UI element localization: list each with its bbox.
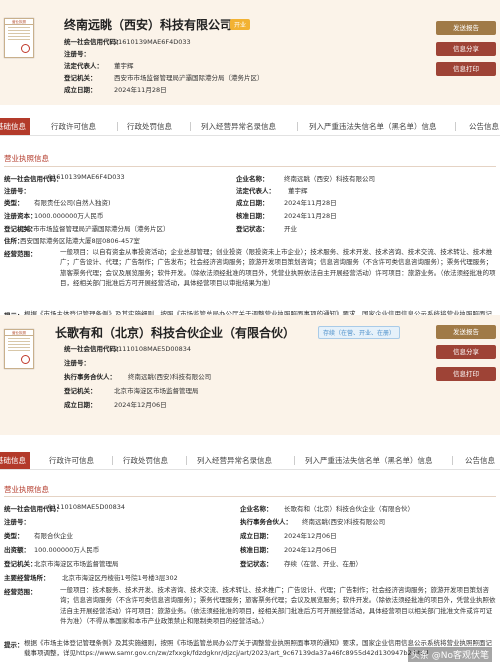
note-label: 提示：	[4, 641, 24, 649]
license-thumbnail[interactable]: 营业执照	[4, 18, 34, 58]
field-row: 登记状态： 开业	[236, 225, 297, 233]
tab-announcements[interactable]: 公告信息	[462, 452, 498, 469]
status-badge: 存续（在营、开业、在册）	[318, 326, 401, 339]
field-row: 主要经营场所： 北京市海淀区丹棱街1号院1号楼3层302	[4, 574, 178, 582]
share-info-button[interactable]: 信息分享	[436, 42, 496, 56]
field-row: 出资额： 100.000000万人民币	[4, 546, 100, 554]
tab-admin-penalty[interactable]: 行政处罚信息	[124, 118, 175, 135]
field-row: 住所： 西安国际港务区陆港大厦8层0806-457室	[4, 237, 140, 245]
business-scope: 一般项目：技术服务、技术开发、技术咨询、技术交流、技术转让、技术推广；广告设计、…	[60, 586, 496, 625]
field-row: 类型： 有限责任公司(自然人独资)	[4, 199, 111, 207]
tab-abnormal-list[interactable]: 列入经营异常名录信息	[198, 118, 279, 135]
card-row: 法定代表人： 董宇辉	[64, 62, 134, 70]
field-row: 注册号：	[4, 187, 30, 195]
tab-admin-penalty[interactable]: 行政处罚信息	[120, 452, 171, 469]
tab-bar: 基础信息 行政许可信息 行政处罚信息 列入经营异常名录信息 列入严重违法失信名单…	[0, 452, 500, 470]
field-row: 企业名称： 终南远眺（西安）科技有限公司	[236, 175, 375, 183]
field-row: 注册资本： 1000.000000万人民币	[4, 212, 104, 220]
send-report-button[interactable]: 发送报告	[436, 21, 496, 35]
field-row: 登记状态： 存续（在营、开业、在册）	[240, 560, 362, 568]
business-scope: 一般项目：以自有资金从事投资活动；企业总部管理；创业投资（限投资未上市企业）；技…	[60, 248, 496, 287]
field-row: 统一社会信用代码： 91110108MAE5D00834	[4, 503, 126, 513]
scope-label: 经营范围：	[4, 588, 37, 596]
company-card-1: 营业执照 终南远眺（西安）科技有限公司 开业 统一社会信用代码：91610139…	[0, 0, 500, 105]
share-info-button[interactable]: 信息分享	[436, 345, 496, 359]
card-row: 统一社会信用代码：91110108MAE5D00834	[64, 345, 192, 353]
field-row: 统一社会信用代码： 91610139MAE6F4D033	[4, 173, 125, 183]
license-thumbnail[interactable]: 营业执照	[4, 329, 34, 369]
tab-admin-license[interactable]: 行政许可信息	[46, 452, 97, 469]
field-row: 类型： 有限合伙企业	[4, 532, 73, 540]
field-row: 成立日期： 2024年11月28日	[236, 199, 337, 207]
card-row: 登记机关： 西安市市场监督管理局浐灞国际港分局（港务片区）	[64, 74, 264, 82]
field-row: 法定代表人： 董宇辉	[236, 187, 308, 195]
field-row: 核准日期： 2024年11月28日	[236, 212, 337, 220]
company-card-2: 营业执照 长歌有和（北京）科技合伙企业（有限合伙） 存续（在营、开业、在册） 统…	[0, 315, 500, 435]
print-info-button[interactable]: 信息打印	[436, 62, 496, 76]
field-row: 成立日期： 2024年12月06日	[240, 532, 337, 540]
field-row: 企业名称： 长歌有和（北京）科技合伙企业（有限合伙）	[240, 505, 414, 513]
tab-basic-info[interactable]: 基础信息	[0, 452, 30, 469]
tab-admin-license[interactable]: 行政许可信息	[48, 118, 99, 135]
tab-announcements[interactable]: 公告信息	[466, 118, 500, 135]
field-row: 登记机关： 西安市市场监督管理局浐灞国际港分局（港务片区）	[4, 225, 170, 233]
scope-label: 经营范围：	[4, 250, 37, 258]
card-row: 注册号：	[64, 359, 90, 367]
company-name: 长歌有和（北京）科技合伙企业（有限合伙）	[55, 326, 296, 340]
seal-icon	[21, 355, 30, 364]
send-report-button[interactable]: 发送报告	[436, 325, 496, 339]
tab-abnormal-list[interactable]: 列入经营异常名录信息	[194, 452, 275, 469]
license-info-2: 营业执照信息 统一社会信用代码： 91110108MAE5D00834 注册号： …	[0, 471, 500, 666]
field-row: 登记机关： 北京市海淀区市场监督管理局	[4, 560, 119, 568]
card-row: 注册号：	[64, 50, 90, 58]
section-title: 营业执照信息	[4, 485, 49, 494]
license-info-1: 营业执照信息 统一社会信用代码： 91610139MAE6F4D033 注册号： …	[0, 137, 500, 337]
company-name: 终南远眺（西安）科技有限公司	[64, 18, 233, 32]
card-row: 执行事务合伙人： 终南远眺(西安)科技有限公司	[64, 373, 212, 381]
tab-blacklist[interactable]: 列入严重违法失信名单（黑名单）信息	[302, 452, 436, 469]
print-info-button[interactable]: 信息打印	[436, 367, 496, 381]
field-row: 核准日期： 2024年12月06日	[240, 546, 337, 554]
section-title: 营业执照信息	[4, 154, 49, 163]
status-badge: 开业	[230, 19, 251, 30]
tab-bar: 基础信息 行政许可信息 行政处罚信息 列入经营异常名录信息 列入严重违法失信名单…	[0, 118, 500, 136]
watermark: 头条 @No客观伏笔	[407, 647, 492, 662]
card-row: 成立日期： 2024年11月28日	[64, 86, 167, 94]
seal-icon	[21, 44, 30, 53]
field-row: 执行事务合伙人： 终南远眺(西安)科技有限公司	[240, 518, 386, 526]
field-row: 注册号：	[4, 518, 30, 526]
tab-basic-info[interactable]: 基础信息	[0, 118, 30, 135]
card-row: 统一社会信用代码：91610139MAE6F4D033	[64, 38, 191, 46]
card-row: 成立日期： 2024年12月06日	[64, 401, 167, 409]
tab-blacklist[interactable]: 列入严重违法失信名单（黑名单）信息	[306, 118, 440, 135]
card-row: 登记机关： 北京市海淀区市场监督管理局	[64, 387, 199, 395]
